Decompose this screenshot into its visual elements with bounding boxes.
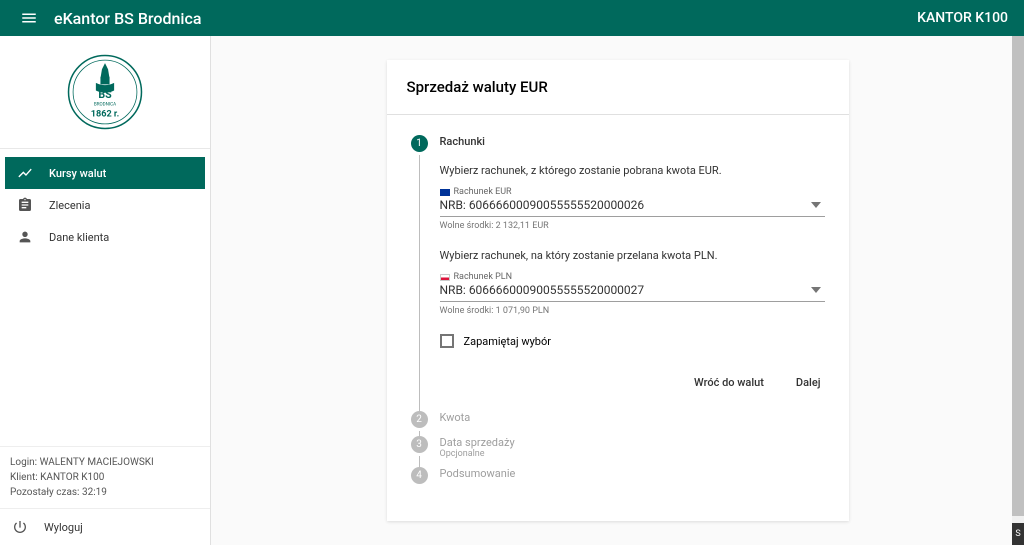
dropdown-icon xyxy=(811,202,821,208)
power-icon xyxy=(12,519,28,535)
time-value: 32:19 xyxy=(82,487,107,498)
client-value: KANTOR K100 xyxy=(40,472,104,483)
step-1: 1 Rachunki Wybierz rachunek, z którego z… xyxy=(411,135,825,411)
svg-text:BS: BS xyxy=(98,88,112,101)
dropdown-icon xyxy=(811,287,821,293)
remember-label: Zapamiętaj wybór xyxy=(464,335,551,348)
sidebar-item-rates[interactable]: Kursy walut xyxy=(5,157,205,189)
logo-area: BS BRODNICA 1862 r. xyxy=(0,36,210,149)
logout-button[interactable]: Wyloguj xyxy=(0,508,210,545)
step-title: Data sprzedaży xyxy=(440,436,825,449)
from-account-select[interactable]: Rachunek EUR NRB: 6066660009005555552000… xyxy=(440,187,825,217)
from-account-value: NRB: 60666600090055555520000026 xyxy=(440,197,825,212)
step-number: 4 xyxy=(411,467,428,484)
sidebar-item-orders[interactable]: Zlecenia xyxy=(5,189,205,221)
step-4: 4 Podsumowanie xyxy=(411,467,825,492)
menu-button[interactable] xyxy=(16,5,42,31)
svg-text:BRODNICA: BRODNICA xyxy=(94,102,116,108)
sidebar-item-label: Kursy walut xyxy=(49,167,106,180)
step-2: 2 Kwota xyxy=(411,411,825,436)
eu-flag-icon xyxy=(440,189,450,196)
app-bar: eKantor BS Brodnica KANTOR K100 xyxy=(0,0,1024,36)
next-button[interactable]: Dalej xyxy=(792,370,825,395)
to-account-value: NRB: 60666600090055555520000027 xyxy=(440,282,825,297)
header-right-label: KANTOR K100 xyxy=(917,10,1008,26)
scrollbar[interactable] xyxy=(1012,36,1024,545)
step-number: 3 xyxy=(411,436,428,453)
scroll-indicator[interactable]: S xyxy=(1012,523,1024,545)
to-account-select[interactable]: Rachunek PLN NRB: 6066660009005555552000… xyxy=(440,272,825,302)
main-content: Sprzedaż waluty EUR 1 Rachunki Wybierz r… xyxy=(211,36,1024,545)
hamburger-icon xyxy=(20,9,38,27)
checkbox-icon xyxy=(440,334,454,348)
from-prompt: Wybierz rachunek, z którego zostanie pob… xyxy=(440,164,825,177)
scrollbar-thumb[interactable] xyxy=(1012,36,1024,516)
sidebar-item-label: Dane klienta xyxy=(49,231,109,244)
from-balance: Wolne środki: 2 132,11 EUR xyxy=(440,221,825,231)
step-subtitle: Opcjonalne xyxy=(440,449,825,459)
sell-card: Sprzedaż waluty EUR 1 Rachunki Wybierz r… xyxy=(387,60,849,521)
remember-checkbox[interactable]: Zapamiętaj wybór xyxy=(440,334,825,348)
step-title: Kwota xyxy=(440,411,825,424)
step-number: 1 xyxy=(411,135,428,152)
to-balance: Wolne środki: 1 071,90 PLN xyxy=(440,306,825,316)
sidebar-item-label: Zlecenia xyxy=(49,199,90,212)
svg-text:1862 r.: 1862 r. xyxy=(91,109,120,119)
step-title: Rachunki xyxy=(440,135,825,148)
step-3: 3 Data sprzedaży Opcjonalne xyxy=(411,436,825,467)
to-prompt: Wybierz rachunek, na który zostanie prze… xyxy=(440,249,825,262)
sidebar: BS BRODNICA 1862 r. Kursy walut Zlecenia xyxy=(0,36,211,545)
step-title: Podsumowanie xyxy=(440,467,825,480)
logout-label: Wyloguj xyxy=(44,521,83,534)
assignment-icon xyxy=(17,197,33,213)
person-icon xyxy=(17,229,33,245)
sidebar-item-client[interactable]: Dane klienta xyxy=(5,221,205,253)
sidebar-info: Login: WALENTY MACIEJOWSKI Klient: KANTO… xyxy=(0,446,210,508)
back-button[interactable]: Wróć do walut xyxy=(690,370,768,395)
step-number: 2 xyxy=(411,411,428,428)
chart-line-icon xyxy=(17,165,33,181)
login-value: WALENTY MACIEJOWSKI xyxy=(40,457,154,468)
pl-flag-icon xyxy=(440,274,450,281)
app-title: eKantor BS Brodnica xyxy=(54,9,917,28)
card-title: Sprzedaż waluty EUR xyxy=(387,60,849,115)
bank-logo: BS BRODNICA 1862 r. xyxy=(67,54,143,130)
